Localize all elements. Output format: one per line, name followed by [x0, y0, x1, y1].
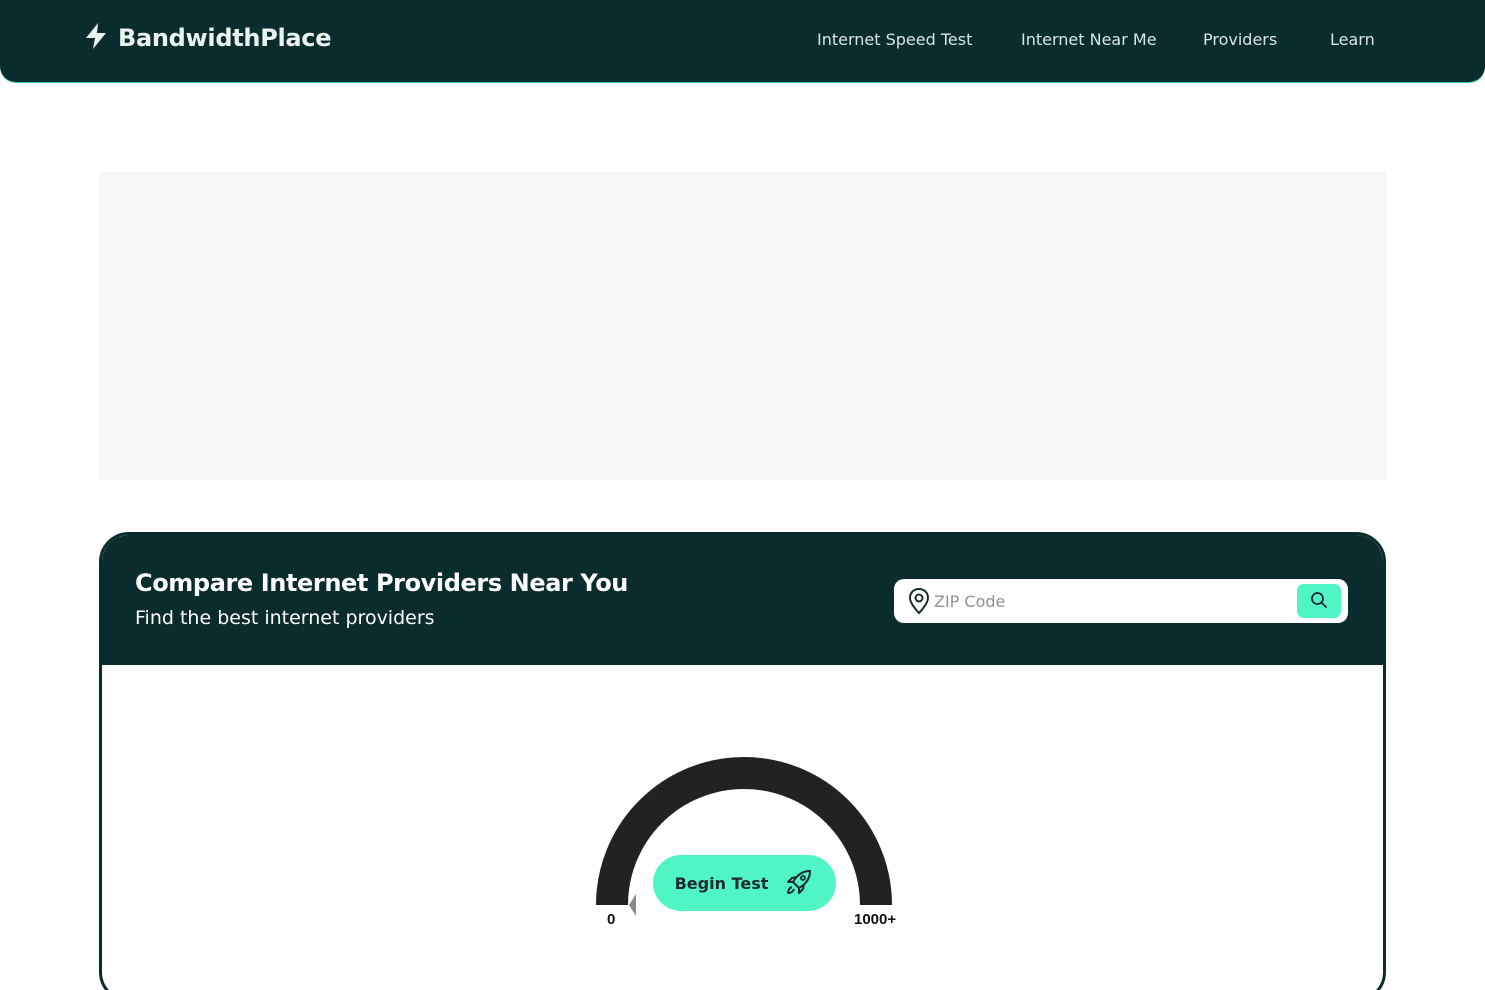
nav-learn[interactable]: Learn [1330, 28, 1375, 52]
gauge-max-label: 1000+ [854, 911, 897, 928]
main-nav: Internet Speed Test Internet Near Me Pro… [0, 28, 1485, 52]
begin-test-button[interactable]: Begin Test [653, 855, 836, 911]
zip-search-button[interactable] [1297, 584, 1341, 618]
search-icon [1310, 591, 1328, 612]
compare-subtitle: Find the best internet providers [135, 607, 435, 629]
map-pin-icon [906, 587, 932, 615]
rocket-icon [784, 867, 814, 900]
nav-internet-near-me[interactable]: Internet Near Me [1021, 28, 1157, 52]
needle-icon [629, 894, 636, 916]
zip-search-box [894, 579, 1348, 623]
begin-test-label: Begin Test [674, 873, 769, 893]
compare-header: Compare Internet Providers Near You Find… [102, 535, 1383, 665]
site-header: BandwidthPlace Internet Speed Test Inter… [0, 0, 1485, 82]
nav-internet-speed-test[interactable]: Internet Speed Test [817, 28, 972, 52]
compare-title: Compare Internet Providers Near You [135, 569, 628, 597]
zip-input[interactable] [934, 587, 1284, 615]
ad-placeholder [99, 172, 1386, 480]
gauge-min-label: 0 [607, 911, 616, 928]
compare-card: Compare Internet Providers Near You Find… [99, 532, 1386, 990]
nav-providers[interactable]: Providers [1203, 28, 1277, 52]
speed-gauge: 0 1000+ Begin Test [592, 753, 902, 933]
